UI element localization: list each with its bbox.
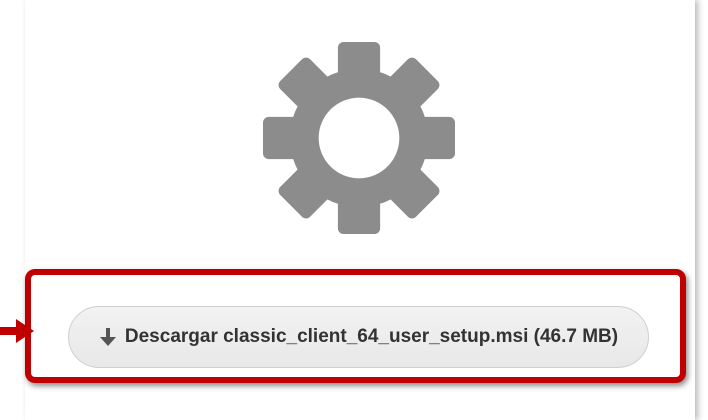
download-button[interactable]: Descargar classic_client_64_user_setup.m… bbox=[68, 306, 649, 368]
download-button-label: Descargar classic_client_64_user_setup.m… bbox=[124, 326, 619, 347]
pointer-arrow-icon bbox=[0, 319, 34, 343]
download-arrow-icon bbox=[99, 328, 116, 346]
gear-icon bbox=[263, 42, 455, 234]
